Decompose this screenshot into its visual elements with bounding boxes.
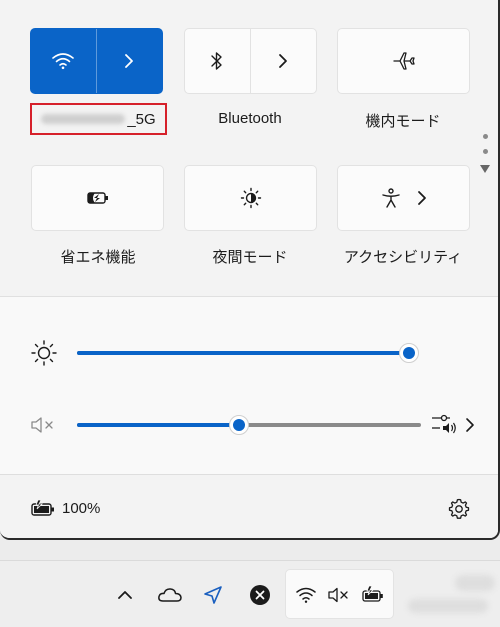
night-light-icon [240, 187, 261, 209]
volume-thumb[interactable] [228, 415, 249, 435]
battery-saver-label: 省エネ機能 [60, 249, 136, 266]
taskbar [0, 560, 500, 627]
quick-settings-footer: 100% [0, 474, 498, 538]
night-light-label: 夜間モード [212, 249, 288, 266]
volume-fill [77, 423, 239, 427]
wifi-icon [296, 587, 316, 603]
page-indicator[interactable] [478, 134, 492, 174]
wifi-tile[interactable] [30, 28, 163, 94]
wifi-icon [52, 53, 75, 70]
ssid-suffix: _5G [127, 110, 156, 128]
chevron-up-icon[interactable] [116, 588, 134, 602]
battery-saver-tile[interactable] [31, 165, 164, 231]
chevron-right-icon [417, 191, 426, 205]
chevron-right-icon [466, 418, 474, 432]
brightness-thumb[interactable] [399, 343, 419, 363]
bluetooth-toggle-button[interactable] [185, 29, 251, 93]
quick-tiles-area: _5G Bluetooth 機内モード 省エネ機能 夜間モード アクセシビリティ [0, 0, 498, 296]
brightness-icon [31, 340, 57, 366]
speaker-muted-icon[interactable] [30, 415, 58, 435]
brightness-row [0, 333, 498, 373]
onedrive-cloud-icon[interactable] [157, 586, 183, 604]
accessibility-icon [381, 188, 400, 208]
airplane-mode-tile[interactable] [337, 28, 470, 94]
system-tray-status-group[interactable] [285, 569, 394, 619]
wifi-ssid-label: _5G [30, 103, 167, 135]
chevron-right-icon [125, 54, 134, 68]
battery-percentage: 100% [62, 500, 101, 517]
wifi-expand-button[interactable] [97, 29, 163, 93]
page-dot-1[interactable] [482, 134, 488, 139]
battery-saver-icon [86, 192, 108, 204]
brightness-fill [77, 351, 409, 355]
bluetooth-label: Bluetooth [218, 110, 282, 127]
airplane-mode-label: 機内モード [365, 113, 441, 130]
wifi-toggle-button[interactable] [31, 29, 97, 93]
close-circle-icon[interactable] [249, 584, 271, 606]
location-icon[interactable] [202, 584, 224, 606]
clock-redacted[interactable] [408, 599, 488, 613]
accessibility-tile[interactable] [337, 165, 470, 231]
bluetooth-icon [211, 52, 222, 70]
speaker-muted-icon [328, 587, 348, 603]
audio-mixer-icon [432, 414, 456, 434]
accessibility-label: アクセシビリティ [343, 249, 463, 266]
quick-settings-panel: _5G Bluetooth 機内モード 省エネ機能 夜間モード アクセシビリティ… [0, 0, 500, 540]
airplane-icon [392, 52, 415, 70]
notification-redacted[interactable] [455, 575, 495, 591]
gear-icon[interactable] [447, 497, 471, 521]
bluetooth-expand-button[interactable] [251, 29, 317, 93]
audio-output-button[interactable] [430, 411, 478, 439]
ssid-redacted [41, 114, 126, 124]
volume-row [0, 405, 498, 445]
battery-charging-icon [31, 499, 54, 516]
sliders-area [0, 296, 498, 474]
triangle-down-icon[interactable] [478, 164, 492, 174]
bluetooth-tile[interactable] [184, 28, 317, 94]
battery-charging-icon [362, 585, 383, 602]
page-dot-2[interactable] [482, 149, 488, 154]
chevron-right-icon [279, 54, 288, 68]
night-light-tile[interactable] [184, 165, 317, 231]
